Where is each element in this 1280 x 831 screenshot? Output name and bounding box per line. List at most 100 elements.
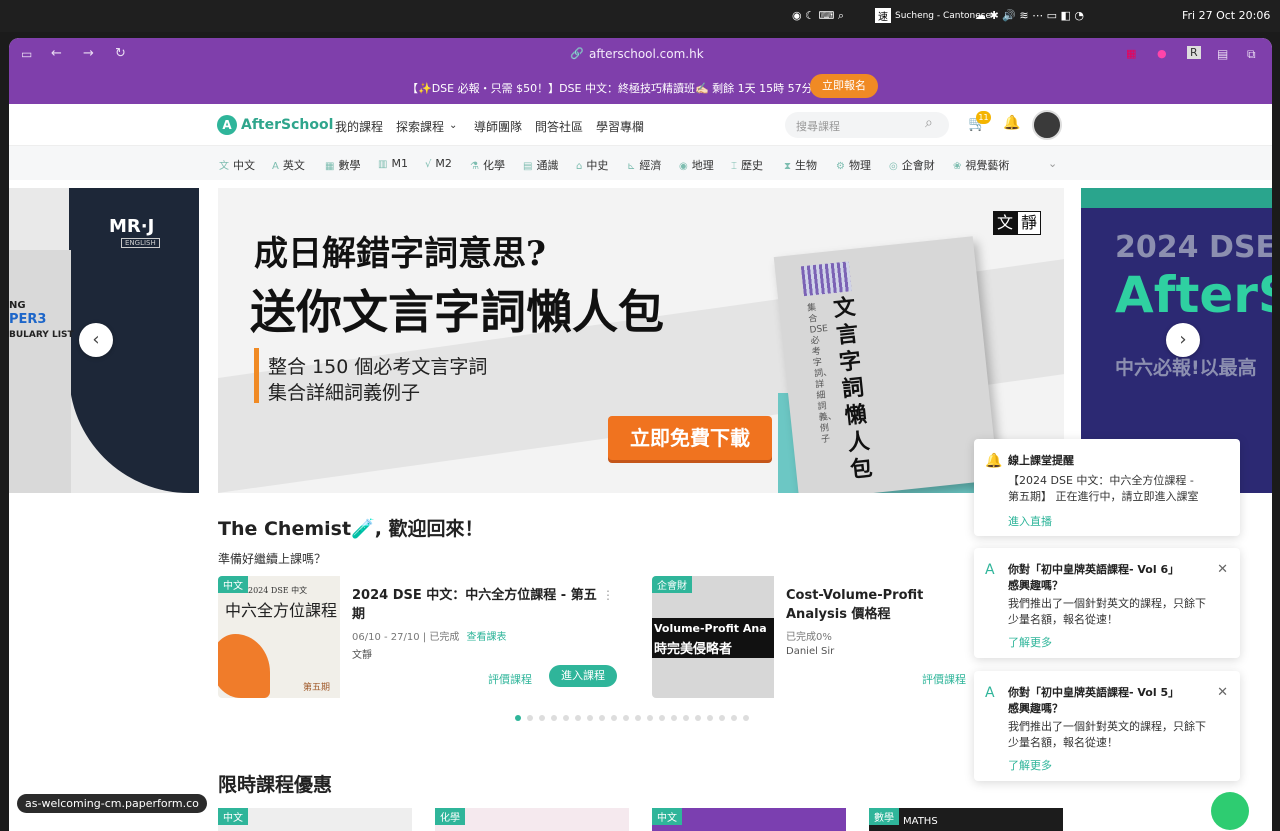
offer-card[interactable]: 中文 <box>218 808 412 831</box>
carousel-dot[interactable] <box>587 715 593 721</box>
search-icon[interactable]: ⌕ <box>925 115 933 131</box>
subject-label: 通識 <box>536 159 559 172</box>
subject-label: 中史 <box>586 159 609 172</box>
carousel-dot[interactable] <box>515 715 521 721</box>
subject-chinese[interactable]: 文中文 <box>219 157 255 173</box>
subject-chemistry[interactable]: ⚗ 化學 <box>470 157 505 173</box>
carousel-dot[interactable] <box>719 715 725 721</box>
site-logo[interactable]: A AfterSchool <box>217 115 333 135</box>
subject-physics[interactable]: ⚙ 物理 <box>836 157 871 173</box>
carousel-dot[interactable] <box>563 715 569 721</box>
reload-icon[interactable]: ↻ <box>115 46 126 61</box>
clock[interactable]: Fri 27 Oct 20:06 <box>1182 9 1270 22</box>
close-icon[interactable]: ✕ <box>1217 685 1228 700</box>
carousel-dot[interactable] <box>611 715 617 721</box>
carousel-dot[interactable] <box>575 715 581 721</box>
subject-english[interactable]: A 英文 <box>272 157 305 173</box>
subject-va[interactable]: ❀ 視覺藝術 <box>953 157 1009 173</box>
course-card[interactable]: 2024 DSE 中文 中六全方位課程 第五期 中文 2024 DSE 中文：中… <box>218 576 628 698</box>
forward-icon[interactable]: → <box>83 46 94 61</box>
more-icon[interactable]: ⋮ <box>602 588 614 602</box>
nav-explore-courses[interactable]: 探索課程 <box>396 118 444 135</box>
nav-my-courses[interactable]: 我的課程 <box>335 118 383 135</box>
course-progress: 已完成0% <box>786 632 832 643</box>
nav-blog[interactable]: 學習專欄 <box>596 118 644 135</box>
subject-biology[interactable]: ⧗ 生物 <box>784 157 817 173</box>
reader-icon[interactable]: R <box>1187 46 1201 59</box>
subject-m2[interactable]: √ M2 <box>425 157 452 170</box>
subject-econ[interactable]: ⊾ 經濟 <box>627 157 661 173</box>
carousel-dot[interactable] <box>683 715 689 721</box>
offer-card[interactable]: 中文 <box>652 808 846 831</box>
banner-sub-1: 整合 150 個必考文言字詞 <box>268 356 488 378</box>
subject-ls[interactable]: ▤ 通識 <box>523 157 558 173</box>
subject-chist[interactable]: ⌂ 中史 <box>576 157 608 173</box>
carousel-dot[interactable] <box>647 715 653 721</box>
carousel-dot[interactable] <box>743 715 749 721</box>
course-title[interactable]: Cost-Volume-Profit Analysis 價格程 <box>786 586 972 624</box>
carousel-dot[interactable] <box>695 715 701 721</box>
subject-bafs[interactable]: ◎ 企會財 <box>889 157 935 173</box>
course-card[interactable]: Volume-Profit Ana 時完美侵略者 企會財 Cost-Volume… <box>652 576 974 698</box>
tabs-icon[interactable]: ⧉ <box>1247 47 1256 62</box>
subject-icon: ▦ <box>325 161 335 172</box>
banner-slide-active[interactable]: 成日解錯字詞意思? 送你文言字詞懶人包 整合 150 個必考文言字詞 集合詳細詞… <box>218 188 1064 493</box>
carousel-dot[interactable] <box>527 715 533 721</box>
offer-tag: 化學 <box>435 808 465 825</box>
course-title[interactable]: 2024 DSE 中文：中六全方位課程 - 第五期 <box>352 586 602 624</box>
avatar[interactable] <box>1032 110 1062 140</box>
chevron-down-icon[interactable]: ⌄ <box>449 120 457 131</box>
sidebar-icon[interactable]: ▭ <box>21 47 32 61</box>
subject-icon: ▥ <box>378 159 388 170</box>
carousel-dot[interactable] <box>635 715 641 721</box>
rate-course-button[interactable]: 評價課程 <box>488 671 532 687</box>
subject-math[interactable]: ▦ 數學 <box>325 157 360 173</box>
carousel-dot[interactable] <box>659 715 665 721</box>
nav-qa[interactable]: 問答社區 <box>535 118 583 135</box>
subject-history[interactable]: ⌶ 歷史 <box>731 157 763 173</box>
chat-button[interactable] <box>1211 792 1249 830</box>
carousel-dot[interactable] <box>599 715 605 721</box>
back-icon[interactable]: ← <box>51 46 62 61</box>
carousel-next-button[interactable]: › <box>1166 323 1200 357</box>
search-input[interactable]: 搜尋課程 ⌕ <box>785 112 949 138</box>
learn-more-link[interactable]: 了解更多 <box>1008 757 1052 773</box>
ime-icon[interactable]: 速 <box>875 8 891 23</box>
download-button[interactable]: 立即免費下載 <box>608 416 772 460</box>
rate-course-button[interactable]: 評價課程 <box>922 671 966 687</box>
english-icon: A <box>985 685 995 701</box>
status-icons[interactable]: ◉ ☾ ⌨ ⌕ <box>792 9 844 23</box>
subject-geog[interactable]: ◉ 地理 <box>679 157 714 173</box>
carousel-dot[interactable] <box>671 715 677 721</box>
system-tray-icons[interactable]: ☁ ✱ 🔊 ≋ ⋯ ▭ ◧ ◔ <box>975 9 1084 22</box>
carousel-dot[interactable] <box>551 715 557 721</box>
subject-label: 歷史 <box>741 159 763 172</box>
carousel-dot[interactable] <box>539 715 545 721</box>
carousel-prev-button[interactable]: ‹ <box>79 323 113 357</box>
close-icon[interactable]: ✕ <box>1217 562 1228 577</box>
chevron-down-icon[interactable]: ⌄ <box>1048 157 1057 170</box>
enter-course-button[interactable]: 進入課程 <box>549 665 617 687</box>
address-bar[interactable]: afterschool.com.hk <box>589 47 704 61</box>
offer-card[interactable]: 化學 <box>435 808 629 831</box>
share-icon[interactable]: ▤ <box>1217 47 1228 61</box>
carousel-dot[interactable] <box>707 715 713 721</box>
nav-tutors[interactable]: 導師團隊 <box>474 118 522 135</box>
subject-icon: ⧗ <box>784 161 792 172</box>
bell-icon[interactable]: 🔔 <box>1003 115 1020 131</box>
extension-icon-2[interactable]: ● <box>1157 47 1167 60</box>
subject-m1[interactable]: ▥ M1 <box>378 157 408 170</box>
browser-window: ▭ ← → ↻ 🔗 afterschool.com.hk ▦ ● R ▤ ⧉ 【… <box>9 38 1272 831</box>
extension-icon[interactable]: ▦ <box>1126 47 1136 60</box>
carousel-dot[interactable] <box>731 715 737 721</box>
signup-button[interactable]: 立即報名 <box>810 74 878 98</box>
offer-card[interactable]: 數學 MATHS <box>869 808 1063 831</box>
schedule-link[interactable]: 查看課表 <box>467 632 507 643</box>
welcome-subtitle: 準備好繼續上課嗎？ <box>218 552 327 566</box>
subject-icon: ⊾ <box>627 161 636 172</box>
learn-more-link[interactable]: 了解更多 <box>1008 634 1052 650</box>
join-live-link[interactable]: 進入直播 <box>1008 513 1052 529</box>
subject-label: 英文 <box>282 159 305 172</box>
carousel-dot[interactable] <box>623 715 629 721</box>
status-bar-link: as-welcoming-cm.paperform.co <box>17 794 207 813</box>
